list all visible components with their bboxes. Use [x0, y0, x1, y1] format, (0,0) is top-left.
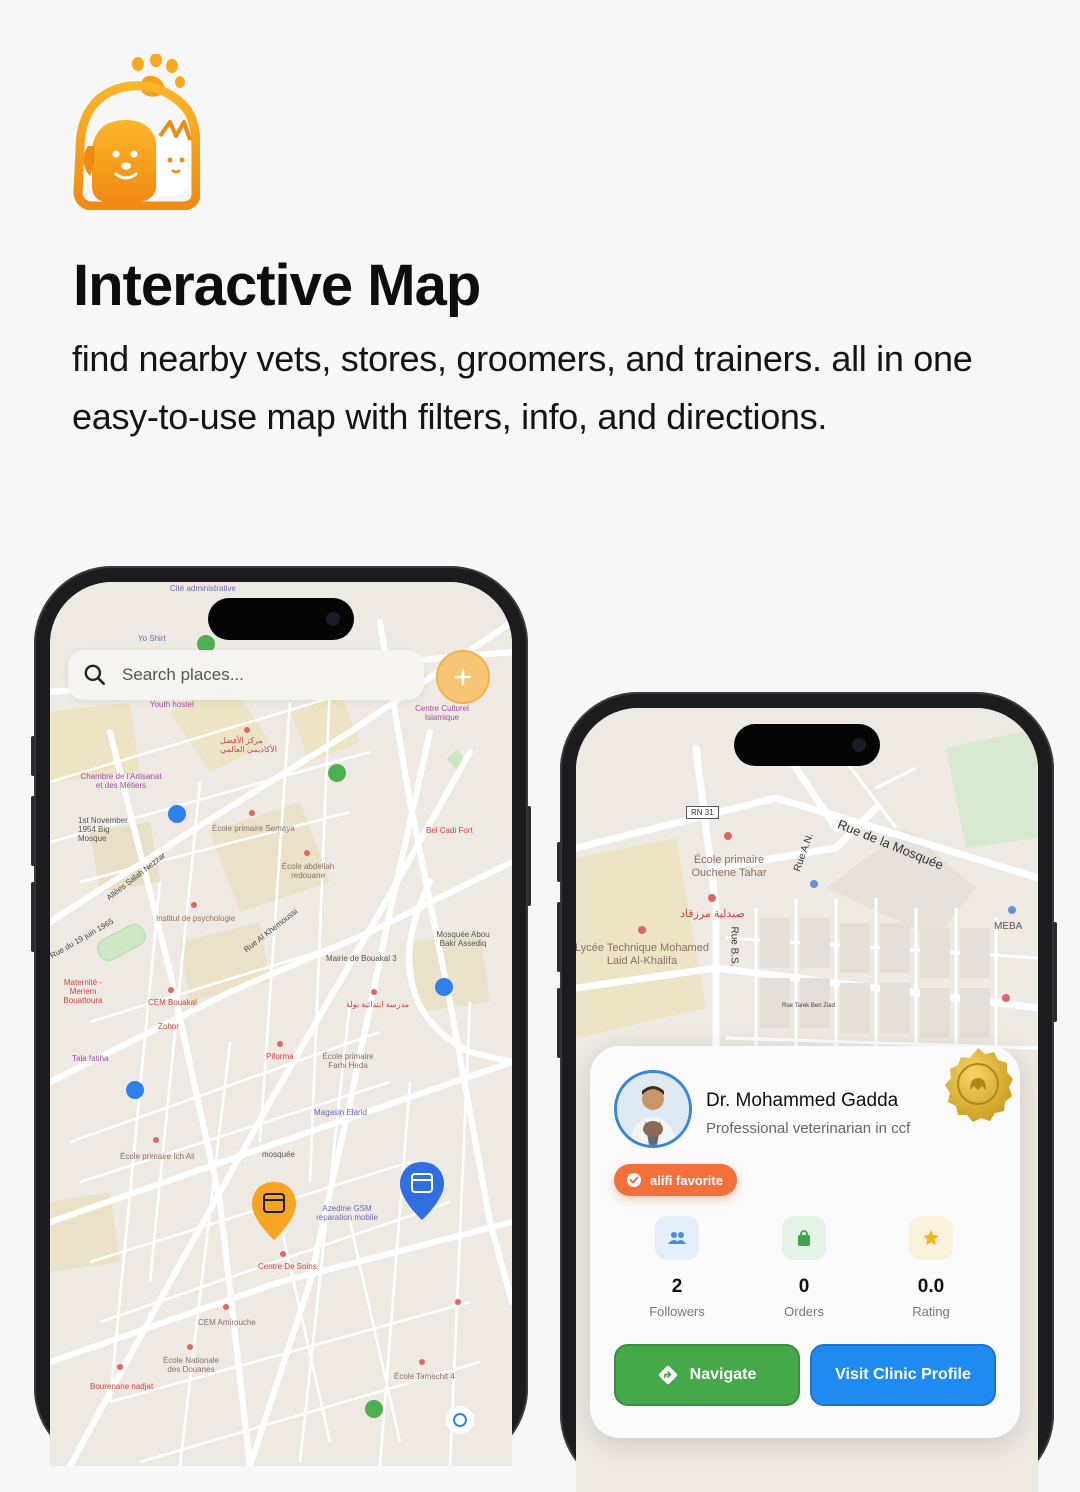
stat-label: Rating: [912, 1304, 950, 1319]
map-label: Lycée Technique Mohamed Laid Al-Khalifa: [576, 942, 709, 967]
stat-value: 2: [671, 1276, 683, 1297]
stat-label: Orders: [784, 1304, 824, 1319]
people-icon: [655, 1216, 699, 1260]
map-label: مركز الأفضل الأكاديمي العالمي: [220, 736, 278, 754]
clinic-info-card[interactable]: Dr. Mohammed Gadda Professional veterina…: [590, 1046, 1020, 1438]
map-label: Azedine GSM reparation mobile: [316, 1204, 378, 1222]
map-label: École primaire Ouchene Tahar: [691, 854, 767, 879]
dynamic-island: [734, 724, 880, 766]
map-label: Mosquée Abou Bakr Assediq: [436, 930, 490, 948]
phone-left: Cité administrative Yo Shirt Youth hoste…: [31, 566, 531, 1466]
map-label: Zohor: [158, 1022, 179, 1031]
map-label: Cité administrative: [170, 584, 236, 593]
map-label: Mairie de Bouakal 3: [326, 954, 397, 963]
stat-value: 0: [798, 1276, 810, 1297]
search-bar[interactable]: [68, 650, 424, 700]
stat-rating: 0.0 Rating: [876, 1216, 986, 1319]
map-label: RN 31: [686, 806, 719, 819]
map-label: École primaire Semaya: [212, 824, 295, 833]
map-label: École Tamechit 4: [394, 1372, 455, 1381]
map-label: École Nationale des Douanes: [162, 1356, 220, 1374]
map-label: MEBA: [994, 921, 1023, 932]
headline: Interactive Map: [73, 253, 481, 318]
navigate-button[interactable]: Navigate: [614, 1344, 800, 1406]
navigate-label: Navigate: [689, 1366, 757, 1383]
map-label: Magasin Elarid: [314, 1108, 367, 1117]
map-label: École primaire Farhi Heda: [322, 1052, 374, 1070]
directions-icon: [658, 1365, 677, 1385]
map-label: Youth hostel: [150, 700, 194, 709]
doctor-description: Professional veterinarian in ccf: [706, 1120, 911, 1137]
plus-icon: [454, 668, 472, 686]
map-label: Yo Shirt: [138, 634, 166, 643]
doctor-name: Dr. Mohammed Gadda: [706, 1090, 899, 1111]
visit-clinic-button[interactable]: Visit Clinic Profile: [810, 1344, 996, 1406]
phone-right: RN 31 Rue de la Mosquée Rue A.N. École p…: [557, 692, 1057, 1492]
favorite-badge-label: alifi favorite: [650, 1172, 723, 1188]
map-label: Rue B.S.: [728, 926, 740, 967]
map-label: Institut de psychologie: [156, 914, 236, 923]
map-label: Chambre de l'Artisanat et des Métiers: [80, 772, 162, 790]
map-label: mosquée: [262, 1150, 295, 1159]
map-label: École abdellah redouane: [281, 862, 335, 880]
map-label: 1st November 1954 Big Mosque: [78, 816, 128, 843]
map-label: Maternité - Meriem Bouattoura: [63, 978, 103, 1005]
alifi-logo: [73, 54, 200, 210]
map-label: Rue Tarek Ben Ziad: [782, 1003, 835, 1009]
dynamic-island: [208, 598, 354, 640]
subheadline: find nearby vets, stores, groomers, and …: [72, 338, 973, 437]
favorite-badge: alifi favorite: [614, 1164, 737, 1196]
map-label: Bel Cadi Fort: [426, 826, 473, 835]
avatar: [614, 1070, 692, 1148]
map-label: مدرسة ابتدائية بولة: [346, 1000, 410, 1009]
star-icon: [909, 1216, 953, 1260]
check-badge-icon: [627, 1173, 641, 1187]
stat-label: Followers: [649, 1304, 705, 1319]
map-screen-left: Cité administrative Yo Shirt Youth hoste…: [50, 582, 512, 1466]
map-label: Tala fatiha: [72, 1054, 109, 1063]
map-screen-right: RN 31 Rue de la Mosquée Rue A.N. École p…: [576, 708, 1038, 1492]
map-label: Centre De Soins: [258, 1262, 317, 1271]
map-label: صيدلية مرزقاد: [680, 908, 745, 920]
map-label: Centre Culturel Islamique: [415, 704, 469, 722]
map-label: CEM Bouakal: [148, 998, 197, 1007]
map-label: Bourenane nadjat: [90, 1382, 154, 1391]
add-button[interactable]: [436, 650, 490, 704]
stat-value: 0.0: [917, 1276, 945, 1297]
stat-orders: 0 Orders: [749, 1216, 859, 1319]
search-icon: [84, 664, 105, 685]
gold-seal-icon: [945, 1048, 1013, 1122]
search-input[interactable]: [120, 664, 394, 686]
shopping-bag-icon: [782, 1216, 826, 1260]
map-label: École primaire Ich Ali: [120, 1152, 195, 1161]
map-label: Piforma: [266, 1052, 294, 1061]
map-label: CEM Amirouche: [198, 1318, 256, 1327]
visit-clinic-label: Visit Clinic Profile: [835, 1366, 971, 1383]
stat-followers: 2 Followers: [622, 1216, 732, 1319]
